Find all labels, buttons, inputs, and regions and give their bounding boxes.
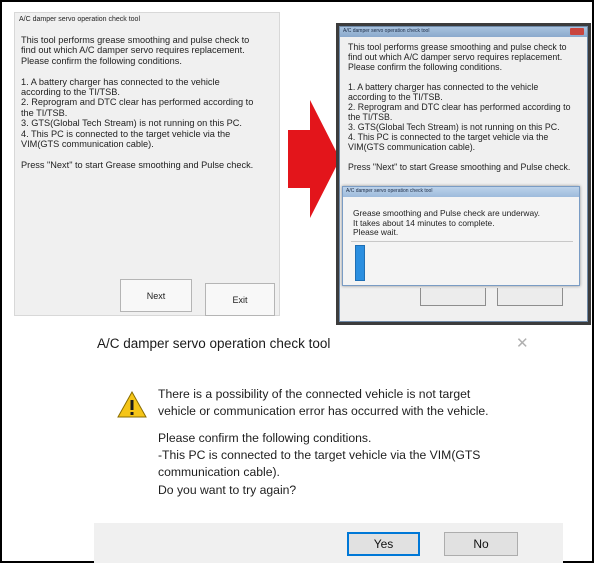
warning-icon xyxy=(117,391,147,418)
left-window-instructions: This tool performs grease smoothing and … xyxy=(21,35,254,170)
right-window-titlebar: A/C damper servo operation check tool xyxy=(340,27,587,37)
no-button[interactable]: No xyxy=(444,532,518,556)
close-icon[interactable]: ✕ xyxy=(516,334,529,352)
popup-title: A/C damper servo operation check tool xyxy=(346,188,433,194)
close-icon[interactable] xyxy=(570,28,584,35)
right-window-title: A/C damper servo operation check tool xyxy=(343,28,430,34)
hidden-exit-button[interactable] xyxy=(497,288,563,306)
left-tool-window: A/C damper servo operation check tool Th… xyxy=(14,12,280,316)
dialog-conditions-message: Please confirm the following conditions.… xyxy=(158,431,481,479)
dialog-title: A/C damper servo operation check tool xyxy=(97,336,331,351)
yes-button[interactable]: Yes xyxy=(347,532,420,556)
right-window-instructions: This tool performs grease smoothing and … xyxy=(348,42,571,172)
dialog-error-message: There is a possibility of the connected … xyxy=(158,387,489,418)
popup-titlebar: A/C damper servo operation check tool xyxy=(343,187,579,197)
left-window-title: A/C damper servo operation check tool xyxy=(19,16,141,23)
red-arrow-icon xyxy=(288,100,340,218)
progress-popup: A/C damper servo operation check tool Gr… xyxy=(342,186,580,286)
progress-bar xyxy=(355,245,365,281)
popup-message: Grease smoothing and Pulse check are und… xyxy=(353,208,540,238)
next-button[interactable]: Next xyxy=(120,279,192,312)
hidden-next-button[interactable] xyxy=(420,288,486,306)
divider xyxy=(351,241,573,242)
dialog-footer: Yes No xyxy=(94,523,563,563)
exit-button[interactable]: Exit xyxy=(205,283,275,316)
dialog-question: Do you want to try again? xyxy=(158,483,297,497)
